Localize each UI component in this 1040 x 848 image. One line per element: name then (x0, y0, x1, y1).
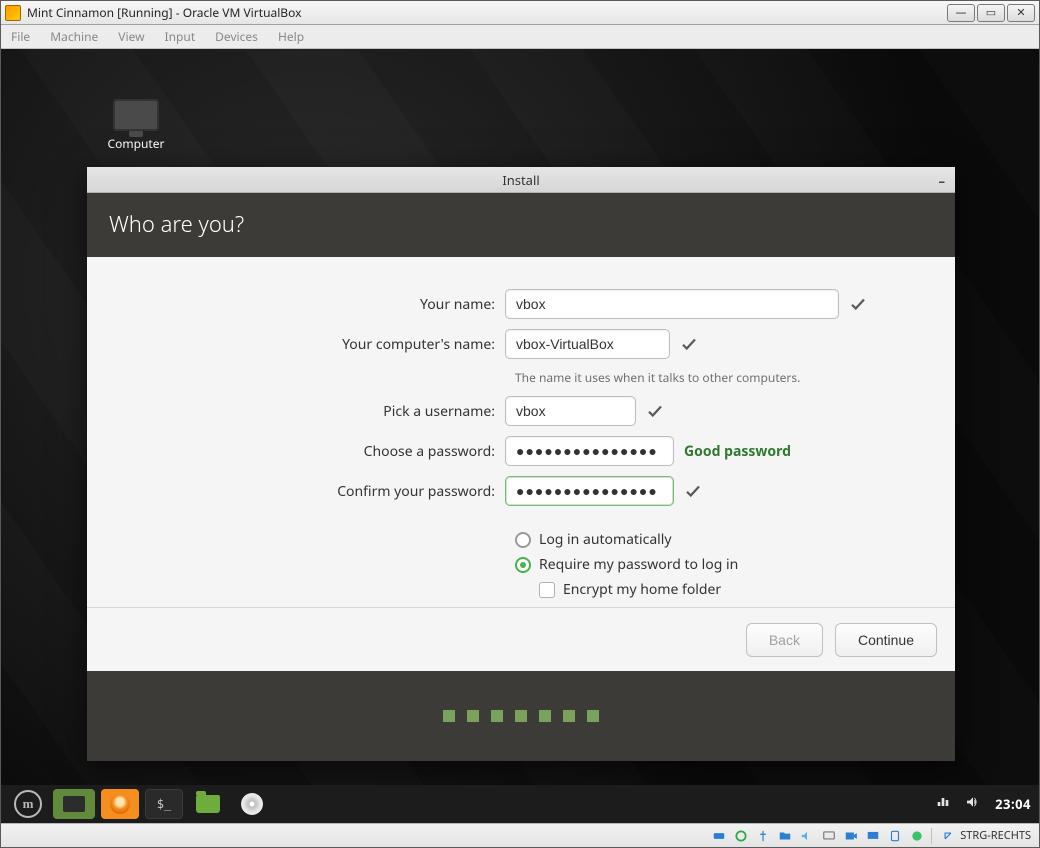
virtualbox-logo-icon (5, 5, 21, 21)
continue-button[interactable]: Continue (835, 623, 937, 657)
desktop-icon-computer[interactable]: Computer (96, 99, 176, 152)
terminal-icon: $_ (157, 797, 171, 811)
installer-window: Install – Who are you? Your name: Your c… (87, 167, 955, 761)
hostkey-arrow-icon (940, 828, 956, 844)
label-confirm-password: Confirm your password: (87, 482, 505, 501)
vbox-clipboard-icon[interactable] (887, 828, 903, 844)
monitor-icon (113, 99, 159, 131)
menu-file[interactable]: File (1, 28, 40, 45)
progress-dot (563, 710, 575, 722)
password-input[interactable] (505, 436, 674, 466)
your-name-input[interactable] (505, 289, 839, 319)
progress-dot (539, 710, 551, 722)
vbox-window-title: Mint Cinnamon [Running] - Oracle VM Virt… (27, 4, 301, 21)
menu-view[interactable]: View (108, 28, 154, 45)
hostname-input[interactable] (505, 329, 670, 359)
installer-window-title: Install (502, 171, 539, 189)
installer-task-button[interactable] (233, 789, 271, 819)
vbox-menubar: File Machine View Input Devices Help (1, 25, 1039, 49)
menu-machine[interactable]: Machine (40, 28, 108, 45)
mint-menu-button[interactable]: m (9, 789, 47, 819)
hostkey-label: STRG-RECHTS (960, 828, 1031, 843)
progress-dot (443, 710, 455, 722)
label-hostname: Your computer's name: (87, 335, 505, 354)
vbox-hdd-icon[interactable] (711, 828, 727, 844)
username-input[interactable] (505, 396, 636, 426)
firefox-launcher[interactable] (101, 789, 139, 819)
label-your-name: Your name: (87, 295, 505, 314)
vbox-statusbar: STRG-RECHTS (1, 823, 1039, 847)
progress-dot (587, 710, 599, 722)
option-auto-login-label: Log in automatically (539, 530, 672, 549)
installer-heading: Who are you? (87, 193, 955, 257)
vbox-usb-icon[interactable] (755, 828, 771, 844)
hostname-hint: The name it uses when it talks to other … (515, 369, 955, 386)
menu-devices[interactable]: Devices (205, 28, 268, 45)
vbox-titlebar: Mint Cinnamon [Running] - Oracle VM Virt… (1, 1, 1039, 25)
radio-icon (515, 532, 531, 548)
checkmark-icon (849, 295, 867, 313)
files-launcher[interactable] (189, 789, 227, 819)
vbox-network-icon[interactable] (865, 828, 881, 844)
firefox-icon (110, 794, 130, 814)
option-require-password[interactable]: Require my password to log in (515, 555, 955, 574)
installer-progress-dots (87, 671, 955, 761)
radio-checked-icon (515, 557, 531, 573)
vbox-drag-drop-icon[interactable] (909, 828, 925, 844)
maximize-button[interactable]: ▭ (977, 4, 1005, 22)
vbox-optical-icon[interactable] (733, 828, 749, 844)
vbox-recording-icon[interactable] (843, 828, 859, 844)
vbox-audio-icon[interactable] (799, 828, 815, 844)
network-tray-icon[interactable] (935, 794, 951, 814)
checkbox-icon (539, 582, 555, 598)
vbox-shared-folders-icon[interactable] (777, 828, 793, 844)
label-username: Pick a username: (87, 402, 505, 421)
checkmark-icon (684, 482, 702, 500)
option-encrypt-home[interactable]: Encrypt my home folder (539, 580, 955, 599)
option-auto-login[interactable]: Log in automatically (515, 530, 955, 549)
menu-help[interactable]: Help (268, 28, 314, 45)
progress-dot (491, 710, 503, 722)
taskbar-clock[interactable]: 23:04 (995, 795, 1031, 813)
close-button[interactable]: ✕ (1007, 4, 1035, 22)
progress-dot (515, 710, 527, 722)
mint-logo-icon: m (14, 790, 42, 818)
option-encrypt-home-label: Encrypt my home folder (563, 580, 721, 599)
disc-icon (241, 793, 263, 815)
mint-taskbar: m $_ 23:04 (1, 785, 1039, 823)
minimize-button[interactable]: — (947, 4, 975, 22)
checkmark-icon (680, 335, 698, 353)
show-desktop-button[interactable] (53, 789, 95, 819)
installer-titlebar[interactable]: Install – (87, 167, 955, 193)
checkmark-icon (646, 402, 664, 420)
desktop-icon-label: Computer (96, 135, 176, 152)
installer-minimize-button[interactable]: – (939, 172, 946, 190)
confirm-password-input[interactable] (505, 476, 674, 506)
label-password: Choose a password: (87, 442, 505, 461)
desktop-icon (63, 796, 85, 812)
folder-icon (196, 795, 220, 813)
terminal-launcher[interactable]: $_ (145, 789, 183, 819)
back-button[interactable]: Back (746, 623, 823, 657)
menu-input[interactable]: Input (155, 28, 206, 45)
volume-tray-icon[interactable] (965, 794, 981, 814)
progress-dot (467, 710, 479, 722)
password-strength-label: Good password (684, 442, 791, 461)
vbox-display-icon[interactable] (821, 828, 837, 844)
option-require-password-label: Require my password to log in (539, 555, 738, 574)
